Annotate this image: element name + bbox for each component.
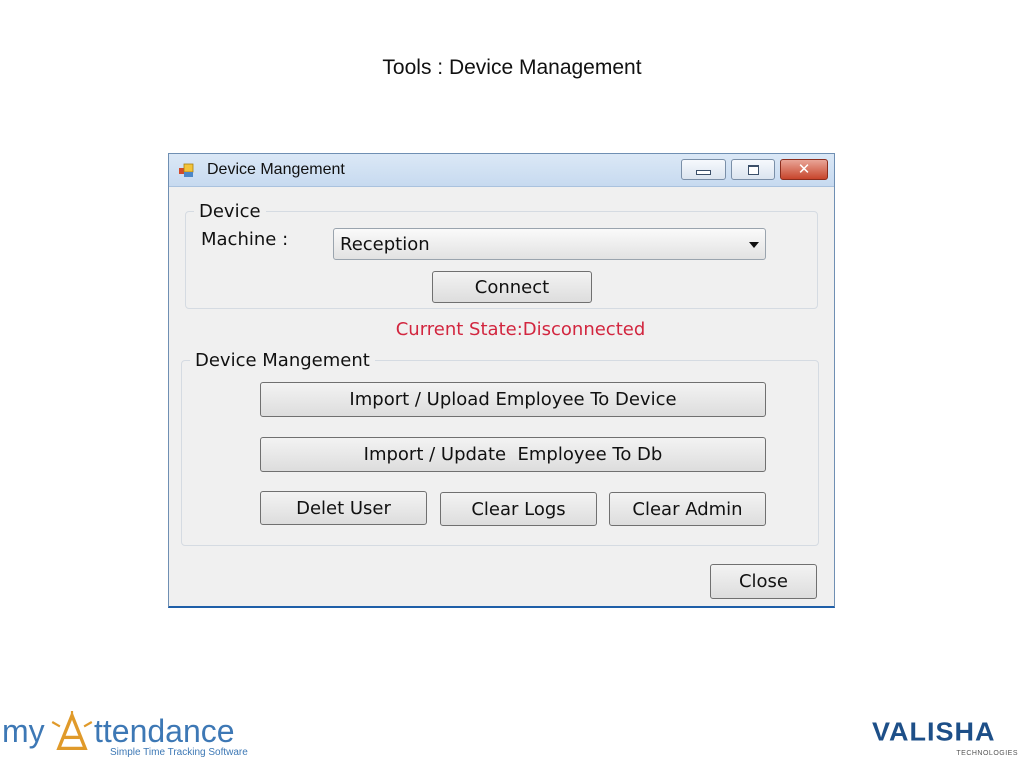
- delete-user-button[interactable]: Delet User: [260, 491, 427, 525]
- management-group-legend: Device Mangement: [195, 350, 370, 371]
- chevron-down-icon: [749, 242, 759, 248]
- logo-suffix: ttendance: [94, 713, 235, 749]
- connect-button[interactable]: Connect: [432, 271, 592, 303]
- machine-select-value: Reception: [340, 234, 430, 255]
- minimize-icon: [696, 170, 711, 175]
- connection-status: Current State:Disconnected: [395, 319, 646, 340]
- title-bar[interactable]: Device Mangement ✕: [169, 154, 834, 187]
- close-icon: ✕: [797, 160, 811, 178]
- device-management-window: Device Mangement ✕ Device Machine : Rece…: [168, 153, 835, 608]
- upload-employee-to-device-button[interactable]: Import / Upload Employee To Device: [260, 382, 766, 417]
- valisha-tagline: TECHNOLOGIES: [956, 750, 1018, 757]
- update-employee-to-db-button[interactable]: Import / Update Employee To Db: [260, 437, 766, 472]
- machine-label: Machine :: [201, 229, 289, 250]
- app-window-icon: [179, 163, 194, 177]
- window-title: Device Mangement: [207, 161, 345, 178]
- logo-tagline: Simple Time Tracking Software: [110, 747, 248, 758]
- device-group-legend: Device: [199, 201, 261, 222]
- machine-select[interactable]: Reception: [333, 228, 766, 260]
- slide-title: Tools : Device Management: [382, 56, 642, 79]
- clear-logs-button[interactable]: Clear Logs: [440, 492, 597, 526]
- maximize-icon: [747, 164, 759, 175]
- clear-admin-button[interactable]: Clear Admin: [609, 492, 766, 526]
- close-window-button[interactable]: ✕: [780, 159, 828, 180]
- alarm-bell-icon: [51, 711, 93, 751]
- maximize-button[interactable]: [731, 159, 775, 180]
- logo-prefix: my: [2, 713, 45, 749]
- valisha-logo: VALISHA TECHNOLOGIES: [868, 715, 1020, 763]
- minimize-button[interactable]: [681, 159, 726, 180]
- myattendance-logo: my ttendance Simple Time Tracking Softwa…: [2, 711, 252, 763]
- valisha-wordmark: VALISHA: [872, 717, 996, 747]
- close-button[interactable]: Close: [710, 564, 817, 599]
